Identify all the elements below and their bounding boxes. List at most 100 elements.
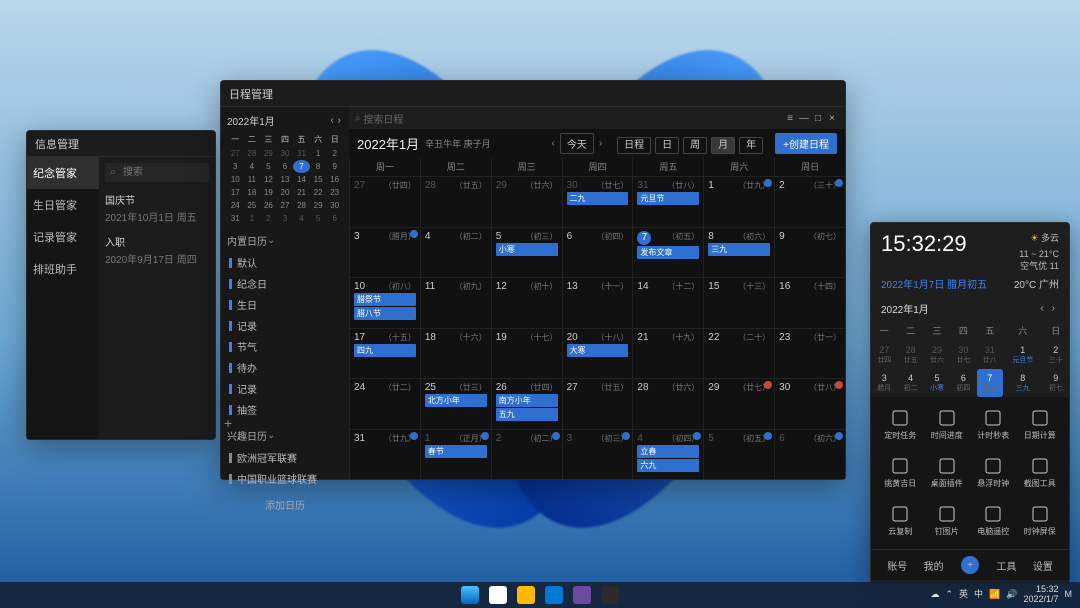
maximize-icon[interactable]: □ xyxy=(811,113,825,124)
prev-month-icon[interactable]: ‹ xyxy=(328,115,335,126)
event[interactable]: 元旦节 xyxy=(637,192,699,205)
close-icon[interactable]: × xyxy=(825,113,839,124)
event[interactable]: 腊八节 xyxy=(354,307,416,320)
calendar-day[interactable]: 2（初二） xyxy=(491,430,562,480)
calendar-day[interactable]: 16（十四） xyxy=(774,278,845,328)
calendar-day[interactable]: 22（二十） xyxy=(703,329,774,379)
sidebar-item[interactable]: 纪念管家 xyxy=(27,157,99,189)
view-tab[interactable]: 年 xyxy=(739,137,763,154)
widget-tab[interactable]: 工具 xyxy=(988,558,1024,573)
wifi-icon[interactable]: 📶 xyxy=(989,590,1000,600)
widget-tab[interactable]: + xyxy=(952,556,988,574)
calendar-day[interactable]: 1（正月）春节 xyxy=(420,430,491,480)
calendar-day[interactable]: 19（十七） xyxy=(491,329,562,379)
start-icon[interactable] xyxy=(461,586,479,604)
calendar-day[interactable]: 26（廿四）南方小年五九 xyxy=(491,379,562,429)
add-icon[interactable]: + xyxy=(224,415,232,431)
prev-icon[interactable]: ‹ xyxy=(1036,303,1047,314)
tool-button[interactable]: 时钟屏保 xyxy=(1019,499,1062,543)
event[interactable]: 五九 xyxy=(496,408,558,421)
calendar-category[interactable]: 待办 xyxy=(227,357,343,378)
window-titlebar[interactable]: 信息管理 xyxy=(27,131,215,157)
menu-icon[interactable]: ≡ xyxy=(783,113,797,124)
collapse-icon[interactable]: ⌄ xyxy=(267,430,275,441)
add-calendar-button[interactable]: 添加日历 xyxy=(227,489,343,520)
calendar-day[interactable]: 18（十六） xyxy=(420,329,491,379)
tool-button[interactable]: 日期计算 xyxy=(1019,403,1062,447)
calendar-day[interactable]: 6（初四） xyxy=(562,228,633,278)
calendar-day[interactable]: 31（廿八）元旦节 xyxy=(632,177,703,227)
event[interactable]: 大寒 xyxy=(567,344,629,357)
calendar-category[interactable]: 欧洲冠军联赛 xyxy=(227,447,343,468)
calendar-day[interactable]: 4（初四）立春六九 xyxy=(632,430,703,480)
calendar-day[interactable]: 30（廿七）二九 xyxy=(562,177,633,227)
calendar-category[interactable]: 纪念日 xyxy=(227,273,343,294)
tray-ime[interactable]: 中 xyxy=(974,590,983,600)
create-schedule-button[interactable]: +创建日程 xyxy=(775,133,837,154)
tool-button[interactable]: 悬浮时钟 xyxy=(972,451,1015,495)
today-button[interactable]: 今天 xyxy=(560,133,594,154)
calendar-day[interactable]: 11（初九） xyxy=(420,278,491,328)
calendar-day[interactable]: 12（初十） xyxy=(491,278,562,328)
calendar-day[interactable]: 27（廿四） xyxy=(349,177,420,227)
calendar-category[interactable]: 抽签 xyxy=(227,399,343,420)
sidebar-item[interactable]: 生日管家 xyxy=(27,189,99,221)
taskbar-icon[interactable] xyxy=(517,586,535,604)
calendar-category[interactable]: 记录 xyxy=(227,315,343,336)
view-tab[interactable]: 周 xyxy=(683,137,707,154)
sidebar-item[interactable]: 记录管家 xyxy=(27,221,99,253)
calendar-day[interactable]: 29（廿六） xyxy=(491,177,562,227)
schedule-window[interactable]: 日程管理 2022年1月 ‹ › 一二三四五六日2728293031123456… xyxy=(220,80,846,480)
next-icon[interactable]: › xyxy=(596,138,605,149)
widget-mini-calendar[interactable]: 一二三四五六日27廿四28廿五29廿六30廿七31廿八1元旦节2三十3腊月4初二… xyxy=(871,320,1069,397)
minimize-icon[interactable]: — xyxy=(797,113,811,124)
info-manager-window[interactable]: 信息管理 纪念管家生日管家记录管家排班助手 国庆节2021年10月1日 周五入职… xyxy=(26,130,216,440)
next-icon[interactable]: › xyxy=(1048,303,1059,314)
desktop-widget[interactable]: 15:32:29 ☀ 多云 11 ~ 21°C 空气优 11 2022年1月7日… xyxy=(870,222,1070,584)
calendar-day[interactable]: 25（廿三）北方小年 xyxy=(420,379,491,429)
calendar-day[interactable]: 17（十五）四九 xyxy=(349,329,420,379)
event[interactable]: 三九 xyxy=(708,243,770,256)
tool-button[interactable]: 截图工具 xyxy=(1019,451,1062,495)
calendar-day[interactable]: 5（初三）小寒 xyxy=(491,228,562,278)
calendar-day[interactable]: 13（十一） xyxy=(562,278,633,328)
taskbar-icon[interactable] xyxy=(489,586,507,604)
event[interactable]: 六九 xyxy=(637,459,699,472)
calendar-day[interactable]: 29（廿七） xyxy=(703,379,774,429)
widget-tab[interactable]: 账号 xyxy=(879,558,915,573)
sound-icon[interactable]: 🔊 xyxy=(1006,590,1017,600)
calendar-day[interactable]: 20（十八）大寒 xyxy=(562,329,633,379)
calendar-day[interactable]: 3（初三） xyxy=(562,430,633,480)
calendar-category[interactable]: 记录 xyxy=(227,378,343,399)
view-tab[interactable]: 日 xyxy=(655,137,679,154)
tool-button[interactable]: 桌面插件 xyxy=(926,451,969,495)
tray-icon[interactable]: ⌃ xyxy=(945,590,953,600)
calendar-day[interactable]: 4（初二） xyxy=(420,228,491,278)
widget-tab[interactable]: 设置 xyxy=(1025,558,1061,573)
tool-button[interactable]: 挑黄吉日 xyxy=(879,451,922,495)
tool-button[interactable]: 计时秒表 xyxy=(972,403,1015,447)
event[interactable]: 二九 xyxy=(567,192,629,205)
calendar-category[interactable]: 生日 xyxy=(227,294,343,315)
add-button[interactable]: + xyxy=(961,556,979,574)
taskbar-icon[interactable] xyxy=(573,586,591,604)
calendar-day[interactable]: 31（廿九） xyxy=(349,430,420,480)
calendar-day[interactable]: 21（十九） xyxy=(632,329,703,379)
search-input[interactable] xyxy=(105,163,209,182)
tool-button[interactable]: 云复制 xyxy=(879,499,922,543)
list-item[interactable]: 入职2020年9月17日 周四 xyxy=(105,234,209,266)
calendar-day[interactable]: 15（十三） xyxy=(703,278,774,328)
calendar-day[interactable]: 3（腊月） xyxy=(349,228,420,278)
calendar-category[interactable]: 中国职业篮球联赛 xyxy=(227,468,343,489)
calendar-day[interactable]: 1（廿九） xyxy=(703,177,774,227)
calendar-day[interactable]: 7（初五）发布文章 xyxy=(632,228,703,278)
prev-icon[interactable]: ‹ xyxy=(548,138,557,149)
search-placeholder[interactable]: 搜索日程 xyxy=(363,111,403,126)
event[interactable]: 腊祭节 xyxy=(354,293,416,306)
list-item[interactable]: 国庆节2021年10月1日 周五 xyxy=(105,192,209,224)
calendar-day[interactable]: 9（初七） xyxy=(774,228,845,278)
taskbar[interactable]: ☁ ⌃ 英 中 📶 🔊 15:322022/1/7 М xyxy=(0,582,1080,608)
calendar-day[interactable]: 6（初六） xyxy=(774,430,845,480)
event[interactable]: 立春 xyxy=(637,445,699,458)
calendar-day[interactable]: 2（三十） xyxy=(774,177,845,227)
